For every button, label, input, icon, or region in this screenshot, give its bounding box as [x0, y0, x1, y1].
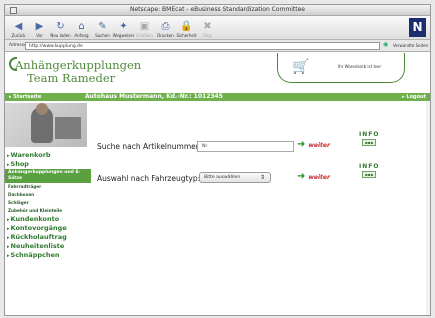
- cart-panel[interactable]: 🛒 Ihr Warenkorb ist leer: [277, 53, 405, 83]
- related-pages-link[interactable]: Verwandte Seiten: [393, 43, 428, 48]
- toolbar-button-label: Zurück: [11, 33, 26, 38]
- shopping-cart-icon: 🛒: [292, 59, 310, 75]
- sidebar-item-kundenkonto[interactable]: Kundenkonto: [5, 215, 91, 224]
- web-page: Anhängerkupplungen Team Rameder 🛒 Ihr Wa…: [5, 53, 430, 315]
- sidebar-item-rueckholauftrag[interactable]: Rückholauftrag: [5, 233, 91, 242]
- logout-link[interactable]: ▸ Logout: [402, 94, 426, 100]
- main-content: Suche nach Artikelnummer: Nr. ➜ weiter I…: [91, 101, 430, 315]
- select-arrows-icon: ⇕: [259, 174, 265, 181]
- security-icon: 🔒: [180, 21, 193, 32]
- browser-toolbar: ◀ Zurück ▶ Vor ↻ Neu laden ⌂ Anfang ✎ Suchen ✦ Wegw…: [5, 16, 430, 40]
- url-input[interactable]: http://www.kupplung.de: [25, 42, 380, 50]
- info-label: INFO: [359, 163, 380, 170]
- title-bar: Netscape: BMEcat - eBusiness Standardiza…: [5, 5, 430, 16]
- guide-icon: ✦: [119, 21, 128, 32]
- sidebar-subitem-zubehoer[interactable]: Zubehör und Kleinteile: [5, 207, 91, 215]
- cart-status: Ihr Warenkorb ist leer: [338, 64, 382, 69]
- sidebar-nav: Warenkorb Shop Anhängerkupplungen und E-…: [5, 151, 91, 260]
- article-info-button[interactable]: INFO ▪▪▪: [359, 131, 379, 146]
- site-header: Anhängerkupplungen Team Rameder 🛒 Ihr Wa…: [5, 53, 430, 101]
- toolbar-button-label: Sicherheit: [176, 33, 197, 38]
- sidebar-subitem-fahrradtraeger[interactable]: Fahrradträger: [5, 183, 91, 191]
- toolbar-button-back[interactable]: ◀ Zurück: [9, 21, 28, 39]
- toolbar-button-stop[interactable]: ✖ Stop: [198, 21, 217, 39]
- toolbar-button-search[interactable]: ✎ Suchen: [93, 21, 112, 39]
- sidebar-item-shop[interactable]: Shop: [5, 160, 91, 169]
- toolbar-button-home[interactable]: ⌂ Anfang: [72, 21, 91, 39]
- sidebar-item-anhaengerkupplungen[interactable]: Anhängerkupplungen und E-Sätze: [5, 169, 91, 183]
- sidebar-subitem-dachboxen[interactable]: Dachboxen: [5, 191, 91, 199]
- green-arrow-icon: ➜: [297, 139, 306, 150]
- sidebar-item-warenkorb[interactable]: Warenkorb: [5, 151, 91, 160]
- photo-head: [36, 103, 48, 115]
- address-bar: Adresse: http://www.kupplung.de ◉ Verwan…: [5, 40, 430, 52]
- images-icon: ▣: [139, 21, 150, 32]
- sidebar-photo: [5, 103, 87, 147]
- brand-line-2: Team Rameder: [27, 71, 116, 85]
- toolbar-button-security[interactable]: 🔒 Sicherheit: [176, 21, 197, 39]
- info-label: INFO: [359, 131, 380, 138]
- toolbar-button-label: Wegweiser: [112, 33, 135, 38]
- back-icon: ◀: [14, 21, 23, 32]
- stop-icon: ✖: [203, 21, 212, 32]
- sidebar-subitem-schlaeger[interactable]: Schläger: [5, 199, 91, 207]
- article-number-input[interactable]: Nr.: [197, 141, 294, 152]
- brand-logo[interactable]: Anhängerkupplungen Team Rameder: [15, 59, 141, 85]
- toolbar-button-label: Anfang: [74, 33, 89, 38]
- customer-title: Autohaus Mustermann, Kd.-Nr.: 1012345: [85, 93, 223, 100]
- home-icon: ⌂: [78, 21, 85, 32]
- toolbar-button-label: Drucken: [157, 33, 174, 38]
- forward-icon: ▶: [35, 21, 44, 32]
- sidebar-item-schnaeppchen[interactable]: Schnäppchen: [5, 251, 91, 260]
- article-search-label: Suche nach Artikelnummer:: [97, 142, 202, 151]
- toolbar-button-reload[interactable]: ↻ Neu laden: [50, 21, 71, 39]
- sidebar-item-kontovorgaenge[interactable]: Kontovorgänge: [5, 224, 91, 233]
- toolbar-button-label: Vor: [36, 33, 43, 38]
- reload-icon: ↻: [56, 21, 65, 32]
- toolbar-button-label: Neu laden: [50, 33, 71, 38]
- vehicle-select-label: Auswahl nach Fahrzeugtyp:: [97, 174, 201, 183]
- netscape-logo: N: [409, 18, 426, 37]
- toolbar-button-forward[interactable]: ▶ Vor: [30, 21, 49, 39]
- window-title: Netscape: BMEcat - eBusiness Standardiza…: [129, 6, 305, 13]
- related-icon[interactable]: ◉: [383, 41, 388, 48]
- customer-bar: ▸ Startseite Autohaus Mustermann, Kd.-Nr…: [5, 93, 430, 101]
- info-badge-icon: ▪▪▪: [362, 139, 376, 146]
- sidebar: Warenkorb Shop Anhängerkupplungen und E-…: [5, 101, 91, 315]
- vehicle-info-button[interactable]: INFO ▪▪▪: [359, 163, 379, 178]
- search-icon: ✎: [98, 21, 107, 32]
- weiter-label: weiter: [308, 173, 330, 181]
- print-icon: ⎙: [161, 21, 170, 32]
- vehicle-select-row: Auswahl nach Fahrzeugtyp: Bitte auswähle…: [91, 171, 430, 185]
- vehicle-weiter-button[interactable]: ➜ weiter: [297, 172, 330, 182]
- toolbar-button-guide[interactable]: ✦ Wegweiser: [112, 21, 135, 39]
- toolbar-button-label: Stop: [202, 33, 213, 38]
- article-weiter-button[interactable]: ➜ weiter: [297, 140, 330, 150]
- sidebar-item-neuheitenliste[interactable]: Neuheitenliste: [5, 242, 91, 251]
- home-link[interactable]: ▸ Startseite: [9, 94, 41, 100]
- vehicle-type-select[interactable]: Bitte auswählen ⇕: [199, 172, 271, 183]
- info-badge-icon: ▪▪▪: [362, 171, 376, 178]
- browser-window: Netscape: BMEcat - eBusiness Standardiza…: [4, 4, 431, 316]
- weiter-label: weiter: [308, 141, 330, 149]
- vehicle-select-value: Bitte auswählen: [204, 175, 241, 180]
- toolbar-button-label: Suchen: [95, 33, 110, 38]
- toolbar-button-images[interactable]: ▣ Grafiken: [135, 21, 154, 39]
- article-search-row: Suche nach Artikelnummer: Nr. ➜ weiter: [91, 139, 430, 153]
- toolbar-button-print[interactable]: ⎙ Drucken: [156, 21, 175, 39]
- scrollbar[interactable]: [426, 101, 430, 315]
- green-arrow-icon: ➜: [297, 171, 306, 182]
- photo-box: [55, 117, 81, 139]
- toolbar-button-label: Grafiken: [136, 33, 153, 38]
